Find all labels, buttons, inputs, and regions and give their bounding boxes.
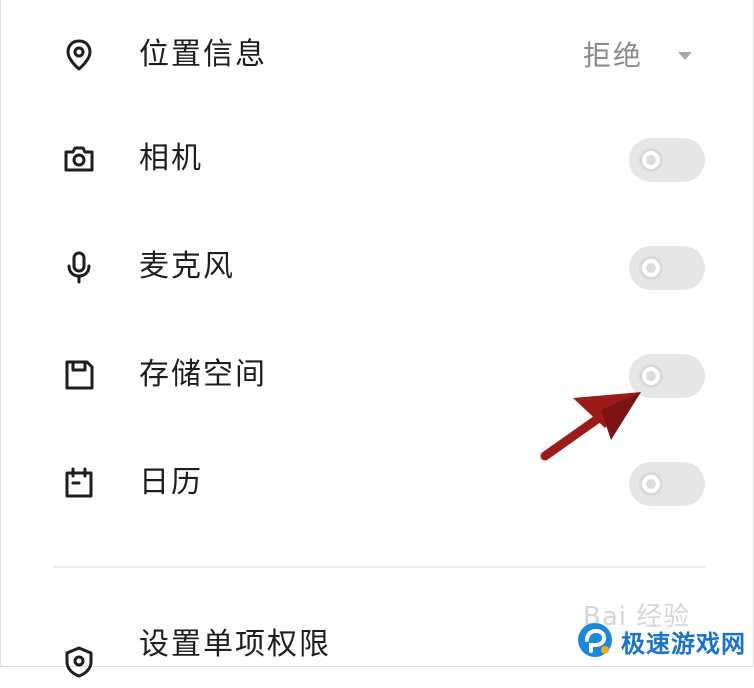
location-permission-dropdown[interactable]: 拒绝 xyxy=(583,34,713,78)
permission-label: 麦克风 xyxy=(139,249,235,284)
toggle-knob xyxy=(639,472,663,496)
brand-logo: 极速游戏网 xyxy=(575,616,753,666)
toggle-knob xyxy=(639,148,663,172)
triangle-down-icon xyxy=(678,52,692,60)
permission-label: 日历 xyxy=(139,465,203,500)
permission-row-microphone[interactable]: 麦克风 xyxy=(1,232,754,302)
brand-name: 极速游戏网 xyxy=(621,630,746,658)
dropdown-value: 拒绝 xyxy=(583,39,644,72)
camera-toggle[interactable] xyxy=(629,138,705,182)
brand-badge-icon xyxy=(578,623,612,657)
permission-row-location[interactable]: 位置信息 拒绝 xyxy=(1,20,754,90)
shield-icon xyxy=(65,646,93,678)
microphone-toggle[interactable] xyxy=(629,246,705,290)
permission-row-calendar[interactable]: 日历 xyxy=(1,448,754,518)
microphone-icon xyxy=(67,251,91,284)
permission-row-storage[interactable]: 存储空间 xyxy=(1,340,754,410)
storage-toggle[interactable] xyxy=(629,354,705,398)
toggle-knob xyxy=(639,364,663,388)
section-label: 设置单项权限 xyxy=(139,627,331,662)
camera-icon xyxy=(64,146,94,172)
permission-list: 位置信息 拒绝 相机 麦克风 存储空间 日历 设置单项权限 Bai 经验 极速游… xyxy=(0,0,754,678)
storage-icon xyxy=(65,360,94,390)
toggle-knob xyxy=(639,256,663,280)
location-pin-icon xyxy=(66,39,92,71)
permission-label: 存储空间 xyxy=(139,357,267,392)
permission-row-camera[interactable]: 相机 xyxy=(1,124,754,194)
permission-label: 相机 xyxy=(139,141,203,176)
calendar-icon xyxy=(65,467,93,498)
section-divider xyxy=(53,566,705,568)
calendar-toggle[interactable] xyxy=(629,462,705,506)
permission-label: 位置信息 xyxy=(139,37,267,72)
